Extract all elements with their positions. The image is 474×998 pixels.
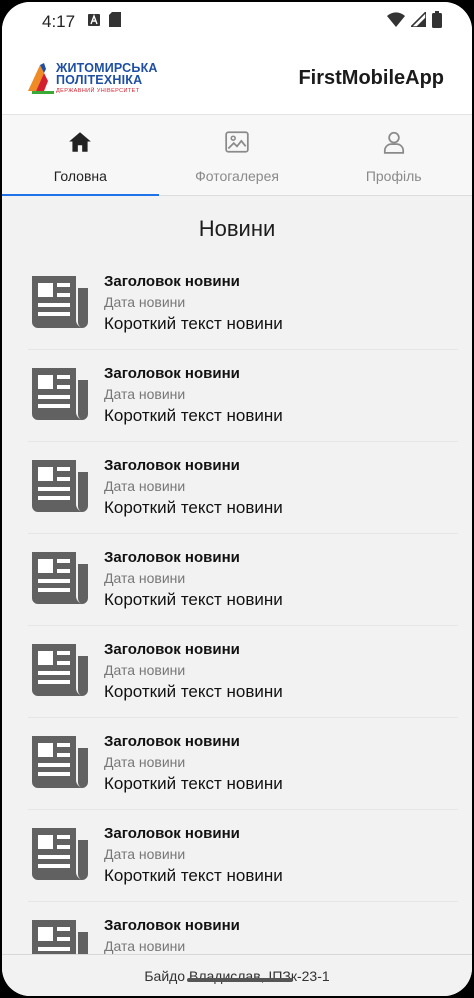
logo-line-2: ПОЛІТЕХНІКА xyxy=(56,73,143,88)
logo-mark-icon xyxy=(28,63,54,94)
sd-card-icon xyxy=(109,12,122,32)
battery-icon xyxy=(432,11,442,33)
status-right xyxy=(387,10,442,33)
news-description: Короткий текст новини xyxy=(104,406,283,425)
newspaper-icon xyxy=(28,362,92,426)
news-title: Заголовок новини xyxy=(104,549,240,566)
news-title: Заголовок новини xyxy=(104,273,240,290)
news-item[interactable]: Заголовок новини Дата новини Короткий те… xyxy=(28,902,458,954)
news-item[interactable]: Заголовок новини Дата новини Короткий те… xyxy=(28,350,458,442)
news-text: Заголовок новини Дата новини Короткий те… xyxy=(104,546,283,608)
signal-icon xyxy=(409,10,427,32)
tab-bar: Головна Фотогалерея Профіль xyxy=(2,114,472,196)
app-bar: ЖИТОМИРСЬКА ПОЛІТЕХНІКА ДЕРЖАВНИЙ УНІВЕР… xyxy=(2,42,472,114)
news-item[interactable]: Заголовок новини Дата новини Короткий те… xyxy=(28,534,458,626)
news-item[interactable]: Заголовок новини Дата новини Короткий те… xyxy=(28,442,458,534)
notification-a-icon xyxy=(87,12,101,32)
gallery-icon xyxy=(224,129,250,160)
tab-profile[interactable]: Профіль xyxy=(315,115,472,195)
news-title: Заголовок новини xyxy=(104,917,240,934)
status-bar: 4:17 xyxy=(2,2,472,42)
news-date: Дата новини xyxy=(104,294,186,310)
news-content[interactable]: Новини Заголовок новини Дата новини Коро… xyxy=(2,196,472,954)
news-description: Короткий текст новини xyxy=(104,682,283,701)
news-date: Дата новини xyxy=(104,386,186,402)
tab-profile-label: Профіль xyxy=(365,168,422,184)
newspaper-icon xyxy=(28,730,92,794)
news-text: Заголовок новини Дата новини Короткий те… xyxy=(104,730,283,792)
news-item[interactable]: Заголовок новини Дата новини Короткий те… xyxy=(28,626,458,718)
tab-gallery[interactable]: Фотогалерея xyxy=(159,115,316,195)
newspaper-icon xyxy=(28,914,92,954)
news-description: Короткий текст новини xyxy=(104,866,283,885)
news-title: Заголовок новини xyxy=(104,825,240,842)
news-item[interactable]: Заголовок новини Дата новини Короткий те… xyxy=(28,718,458,810)
news-date: Дата новини xyxy=(104,662,186,678)
logo-text: ЖИТОМИРСЬКА ПОЛІТЕХНІКА ДЕРЖАВНИЙ УНІВЕР… xyxy=(56,62,158,95)
phone-screen: 4:17 ЖИТОМИРСЬКА ПОЛІТЕХНІКА ДЕРЖАВНИЙ У… xyxy=(2,2,472,996)
news-text: Заголовок новини Дата новини Короткий те… xyxy=(104,454,283,516)
footer: Байдо Владислав, ІПЗк-23-1 xyxy=(2,954,472,996)
newspaper-icon xyxy=(28,454,92,518)
home-icon xyxy=(67,129,93,160)
news-text: Заголовок новини Дата новини Короткий те… xyxy=(104,362,283,424)
section-title: Новини xyxy=(198,216,276,241)
news-date: Дата новини xyxy=(104,846,186,862)
newspaper-icon xyxy=(28,270,92,334)
news-text: Заголовок новини Дата новини Короткий те… xyxy=(104,914,283,954)
home-indicator[interactable] xyxy=(187,978,293,982)
news-description: Короткий текст новини xyxy=(104,498,283,517)
news-title: Заголовок новини xyxy=(104,733,240,750)
status-time: 4:17 xyxy=(42,12,76,31)
logo-line-3: ДЕРЖАВНИЙ УНІВЕРСИТЕТ xyxy=(56,87,140,94)
news-text: Заголовок новини Дата новини Короткий те… xyxy=(104,822,283,884)
wifi-icon xyxy=(387,11,405,33)
news-title: Заголовок новини xyxy=(104,365,240,382)
news-item[interactable]: Заголовок новини Дата новини Короткий те… xyxy=(28,258,458,350)
news-text: Заголовок новини Дата новини Короткий те… xyxy=(104,638,283,700)
tab-home-label: Головна xyxy=(53,168,107,184)
news-title: Заголовок новини xyxy=(104,457,240,474)
newspaper-icon xyxy=(28,822,92,886)
news-list: Заголовок новини Дата новини Короткий те… xyxy=(2,258,472,954)
profile-icon xyxy=(381,129,407,160)
news-title: Заголовок новини xyxy=(104,641,240,658)
tab-home[interactable]: Головна xyxy=(2,115,159,196)
news-date: Дата новини xyxy=(104,754,186,770)
news-description: Короткий текст новини xyxy=(104,314,283,333)
news-description: Короткий текст новини xyxy=(104,774,283,793)
news-item[interactable]: Заголовок новини Дата новини Короткий те… xyxy=(28,810,458,902)
newspaper-icon xyxy=(28,546,92,610)
news-date: Дата новини xyxy=(104,478,186,494)
newspaper-icon xyxy=(28,638,92,702)
university-logo: ЖИТОМИРСЬКА ПОЛІТЕХНІКА ДЕРЖАВНИЙ УНІВЕР… xyxy=(26,61,158,95)
news-description: Короткий текст новини xyxy=(104,590,283,609)
app-title: FirstMobileApp xyxy=(298,66,444,89)
news-date: Дата новини xyxy=(104,938,186,954)
news-text: Заголовок новини Дата новини Короткий те… xyxy=(104,270,283,332)
tab-gallery-label: Фотогалерея xyxy=(195,168,279,184)
news-date: Дата новини xyxy=(104,570,186,586)
